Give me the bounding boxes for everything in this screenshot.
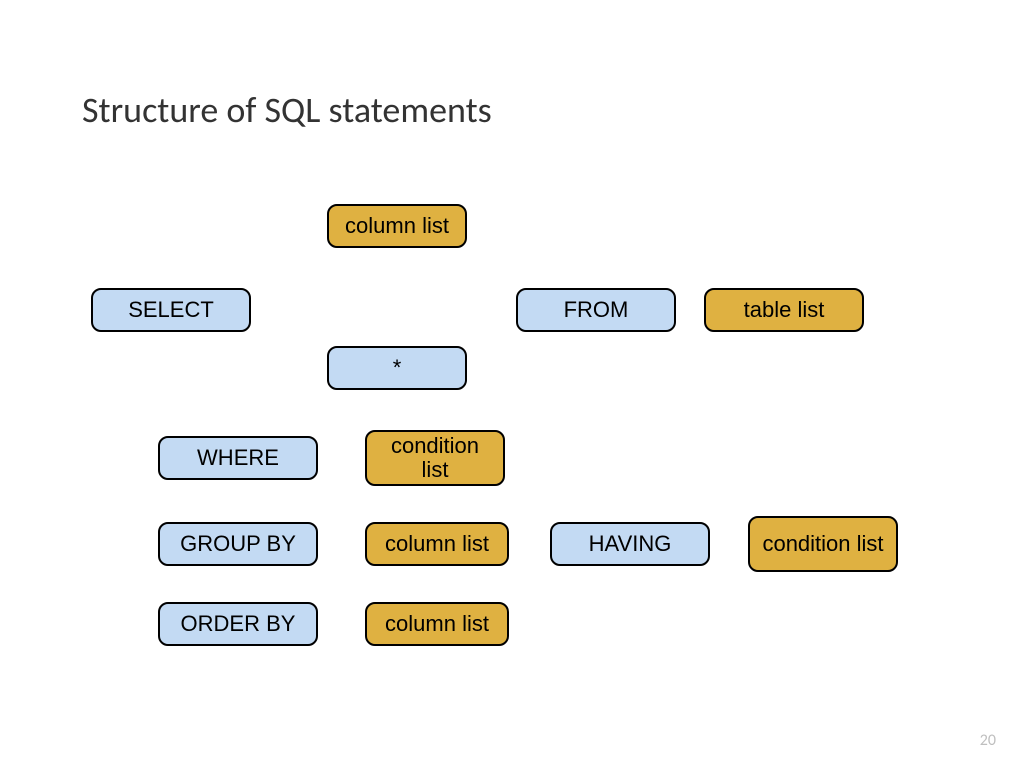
box-star: *	[327, 346, 467, 390]
slide-title: Structure of SQL statements	[82, 88, 492, 132]
box-from: FROM	[516, 288, 676, 332]
box-condition-list-having: condition list	[748, 516, 898, 572]
box-where: WHERE	[158, 436, 318, 480]
box-table-list: table list	[704, 288, 864, 332]
box-column-list-group: column list	[365, 522, 509, 566]
page-number: 20	[980, 731, 996, 750]
box-column-list-top: column list	[327, 204, 467, 248]
box-having: HAVING	[550, 522, 710, 566]
box-select: SELECT	[91, 288, 251, 332]
box-order-by: ORDER BY	[158, 602, 318, 646]
box-group-by: GROUP BY	[158, 522, 318, 566]
box-column-list-order: column list	[365, 602, 509, 646]
box-condition-list-where: condition list	[365, 430, 505, 486]
